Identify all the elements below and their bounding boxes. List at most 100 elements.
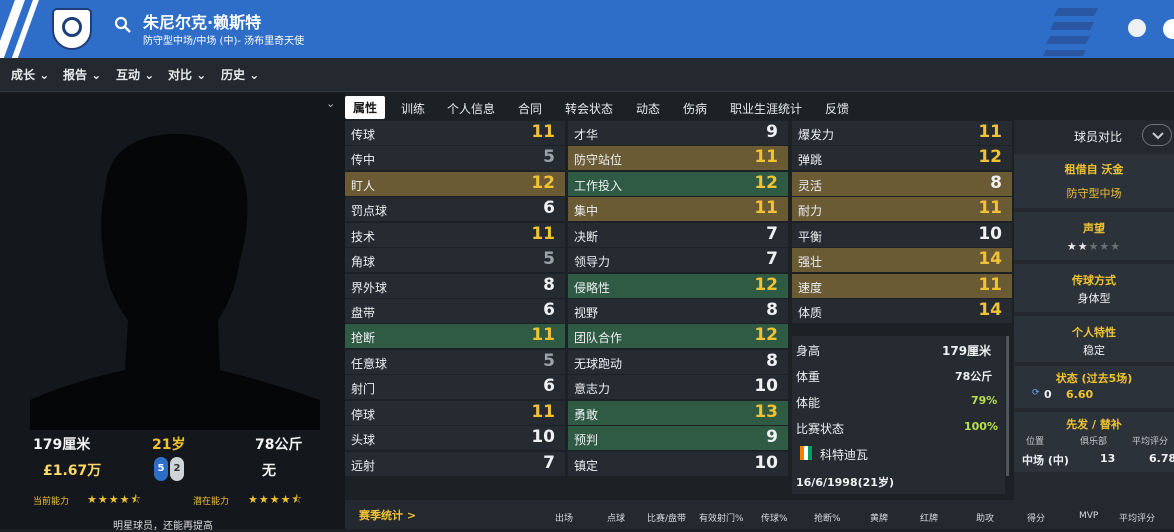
form-title: 状态 (过去5场) (1055, 372, 1133, 385)
stats-header[interactable]: 传球% (761, 511, 788, 524)
reputation-stars: ★★★★★ (1066, 240, 1122, 253)
attribute-row[interactable]: 盘带 6 (345, 299, 565, 323)
attribute-row[interactable]: 视野 8 (568, 299, 788, 323)
stats-header[interactable]: 比赛/盘带 (647, 511, 686, 524)
attribute-row[interactable]: 盯人 12 (345, 172, 565, 196)
style-title: 传球方式 (1072, 274, 1116, 287)
stats-header[interactable]: 平均评分 (1119, 511, 1155, 524)
attribute-row[interactable]: 耐力 11 (792, 197, 1012, 221)
attribute-row[interactable]: 技术 11 (345, 223, 565, 247)
loan-block: 租借自 沃金 防守型中场 (1014, 154, 1174, 208)
attribute-row[interactable]: 领导力 7 (568, 248, 788, 272)
attribute-row[interactable]: 头球 10 (345, 426, 565, 450)
club-head[interactable]: 俱乐部 (1080, 434, 1107, 447)
menu-icon[interactable] (1163, 19, 1174, 39)
tab-training[interactable]: 训练 (401, 100, 425, 117)
nav-item-compare[interactable]: 对比 ⌄ (168, 66, 206, 83)
style-block: 传球方式 身体型 (1014, 264, 1174, 312)
current-ability-label: 当前能力 (33, 497, 70, 507)
stats-header[interactable]: 点球 (607, 511, 625, 524)
stats-header[interactable]: 出场 (555, 511, 573, 524)
season-stats-link[interactable]: 赛季统计 > (359, 507, 416, 523)
bio-height: 179厘米 (33, 437, 91, 453)
attribute-row[interactable]: 侵略性 12 (568, 274, 788, 298)
attribute-row[interactable]: 预判 9 (568, 426, 788, 450)
form-games: 0 (1044, 388, 1052, 401)
attribute-row[interactable]: 强壮 14 (792, 248, 1012, 272)
attribute-row[interactable]: 弹跳 12 (792, 146, 1012, 170)
attribute-row[interactable]: 停球 11 (345, 401, 565, 425)
attribute-row[interactable]: 界外球 8 (345, 274, 565, 298)
position-block: 先发 / 替补 位置 俱乐部 平均评分 中场 (中) 13 6.78 (1014, 412, 1174, 472)
left-foot-badge: 2 (170, 457, 184, 481)
tab-transfer[interactable]: 转会状态 (565, 100, 613, 117)
stats-header[interactable]: 红牌 (920, 511, 938, 524)
attribute-row[interactable]: 远射 7 (345, 452, 565, 476)
attribute-row[interactable]: 意志力 10 (568, 375, 788, 399)
stats-header[interactable]: 黄牌 (870, 511, 888, 524)
tab-contract[interactable]: 合同 (518, 100, 542, 117)
attribute-row[interactable]: 爆发力 11 (792, 121, 1012, 145)
attribute-row[interactable]: 集中 11 (568, 197, 788, 221)
bio-age: 21岁 (152, 437, 186, 453)
stats-header[interactable]: 得分 (1027, 511, 1045, 524)
tab-news[interactable]: 动态 (636, 100, 660, 117)
weight-label: 体重 (796, 370, 821, 384)
attribute-row[interactable]: 罚点球 6 (345, 197, 565, 221)
trait-block: 个人特性 稳定 (1014, 316, 1174, 362)
attribute-row[interactable]: 任意球 5 (345, 350, 565, 374)
stats-header[interactable]: 助攻 (976, 511, 994, 524)
tab-attributes[interactable]: 属性 (345, 96, 386, 119)
potential-ability-stars: ★★★★⯪ (248, 493, 303, 506)
attribute-row[interactable]: 勇敢 13 (568, 401, 788, 425)
attribute-row[interactable]: 防守站位 11 (568, 146, 788, 170)
fitness-label: 体能 (796, 396, 821, 410)
reputation-block: 声望 ★★★★★ (1014, 212, 1174, 260)
attribute-row[interactable]: 角球 5 (345, 248, 565, 272)
attribute-row[interactable]: 抢断 11 (345, 324, 565, 348)
player-name: 朱尼尔克·赖斯特 (143, 13, 262, 32)
attribute-row[interactable]: 速度 11 (792, 274, 1012, 298)
attribute-row[interactable]: 团队合作 12 (568, 324, 788, 348)
tab-feedback[interactable]: 反馈 (825, 100, 849, 117)
scrollbar[interactable] (1006, 336, 1009, 476)
header-bar: 朱尼尔克·赖斯特 防守型中场/中场 (中)- 汤布里奇天使 (0, 0, 1174, 58)
nav-bar: 成长 ⌄ 报告 ⌄ 互动 ⌄ 对比 ⌄ 历史 ⌄ (0, 58, 1174, 92)
tab-personal[interactable]: 个人信息 (447, 100, 495, 117)
tab-injury[interactable]: 伤病 (683, 100, 707, 117)
club-crest-icon[interactable] (52, 8, 92, 50)
form-icon: ⟳ (1032, 388, 1040, 398)
nav-item-growth[interactable]: 成长 ⌄ (11, 66, 49, 83)
nationality-flag-icon (800, 446, 812, 460)
nationality[interactable]: 科特迪瓦 (820, 446, 868, 463)
style-value: 身体型 (1077, 292, 1111, 305)
attribute-row[interactable]: 灵活 8 (792, 172, 1012, 196)
stats-header[interactable]: 有效射门% (699, 511, 744, 524)
attribute-row[interactable]: 无球跑动 8 (568, 350, 788, 374)
average-rating-head[interactable]: 平均评分 (1132, 434, 1168, 447)
nav-item-reports[interactable]: 报告 ⌄ (63, 66, 101, 83)
compare-dropdown-button[interactable] (1142, 124, 1172, 146)
attribute-row[interactable]: 体质 14 (792, 299, 1012, 323)
ball-icon[interactable] (1128, 19, 1146, 37)
search-icon[interactable] (114, 16, 132, 34)
attribute-row[interactable]: 传球 11 (345, 121, 565, 145)
stats-header[interactable]: MVP (1079, 511, 1098, 521)
nav-item-interact[interactable]: 互动 ⌄ (116, 66, 154, 83)
brand-logo-icon (1043, 8, 1098, 56)
tab-career-stats[interactable]: 职业生涯统计 (730, 100, 802, 117)
attribute-row[interactable]: 决断 7 (568, 223, 788, 247)
attribute-row[interactable]: 才华 9 (568, 121, 788, 145)
stats-header[interactable]: 抢断% (814, 511, 841, 524)
attribute-row[interactable]: 平衡 10 (792, 223, 1012, 247)
attribute-row[interactable]: 传中 5 (345, 146, 565, 170)
date-of-birth: 16/6/1998(21岁) (796, 476, 894, 489)
attribute-row[interactable]: 工作投入 12 (568, 172, 788, 196)
loan-text[interactable]: 租借自 沃金 (1014, 161, 1174, 177)
reputation-title: 声望 (1083, 222, 1105, 235)
chevron-down-icon[interactable]: ⌄ (326, 97, 335, 110)
trait-title: 个人特性 (1072, 326, 1116, 339)
attribute-row[interactable]: 射门 6 (345, 375, 565, 399)
attribute-row[interactable]: 镇定 10 (568, 452, 788, 476)
nav-item-history[interactable]: 历史 ⌄ (221, 66, 259, 83)
